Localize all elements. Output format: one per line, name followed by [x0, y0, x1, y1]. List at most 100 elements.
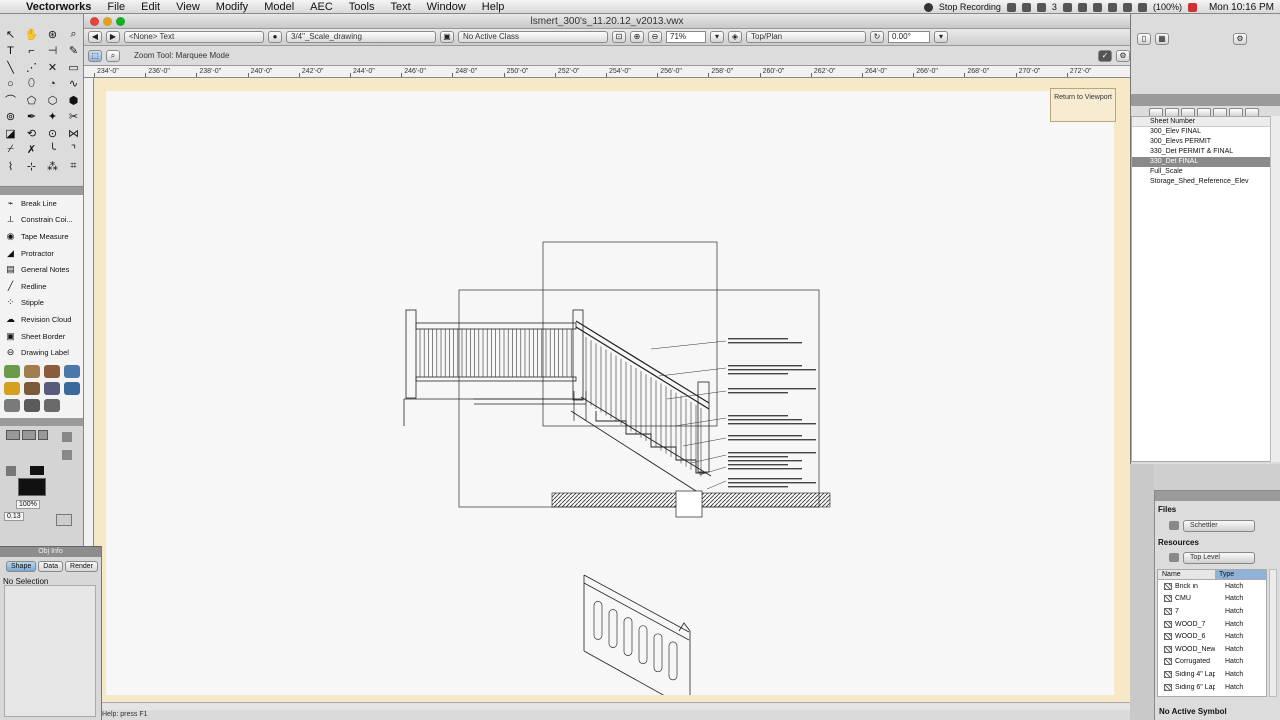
resource-row[interactable]: Siding 6" Lap Hatch	[1158, 681, 1266, 694]
user-icon[interactable]	[1006, 2, 1016, 12]
file-select-dropdown[interactable]: Schettler	[1183, 520, 1255, 532]
rotation-field[interactable]: 0.00°	[888, 31, 930, 43]
clock[interactable]: Mon 10:16 PM	[1203, 2, 1274, 13]
pen-swatch-icon[interactable]	[22, 430, 36, 440]
display-icon[interactable]	[1036, 2, 1046, 12]
fit-view-icon[interactable]: ⊡	[612, 31, 626, 43]
line-tool-icon[interactable]: ╲	[0, 59, 21, 76]
layer-options-icon[interactable]: ▣	[440, 31, 454, 43]
resource-row[interactable]: WOOD_7 Hatch	[1158, 618, 1266, 631]
stair-railing-drawing[interactable]	[106, 91, 1114, 695]
line-end-icon[interactable]	[56, 514, 72, 526]
pen-style-icon[interactable]	[62, 432, 72, 442]
menu-edit[interactable]: Edit	[133, 1, 168, 13]
double-line-tool-icon[interactable]: ⋰	[21, 59, 42, 76]
zoom-out-icon[interactable]: ⊖	[648, 31, 662, 43]
view-dropdown[interactable]: Top/Plan	[746, 31, 866, 43]
tab-data[interactable]: Data	[38, 561, 64, 572]
zoom-marquee-mode-icon[interactable]: ⬚	[88, 49, 102, 62]
nav-class-icon[interactable]: ▦	[1155, 33, 1169, 45]
battery-status[interactable]: (100%)	[1153, 2, 1182, 12]
sheet-item-300-elev-final[interactable]: 300_Elev FINAL	[1132, 127, 1270, 137]
resource-row[interactable]: Siding 4" Lap Hatch	[1158, 668, 1266, 681]
close-window-icon[interactable]	[90, 17, 99, 26]
eyedropper-tool-icon[interactable]: ✒	[21, 109, 42, 126]
record-icon[interactable]	[923, 2, 933, 12]
app-menu[interactable]: Vectorworks	[22, 1, 99, 13]
pen-color-swatch[interactable]	[18, 478, 46, 496]
dims-notes-tab-icon[interactable]	[4, 398, 20, 412]
sheet-item-330-det-permit-final[interactable]: 330_Det PERMIT & FINAL	[1132, 147, 1270, 157]
3d-modeling-tab-icon[interactable]	[44, 381, 60, 395]
spiral-tool-icon[interactable]: ⊚	[0, 109, 21, 126]
fill-color-icon[interactable]	[6, 466, 16, 476]
fillet-tool-icon[interactable]: ╰	[42, 142, 63, 159]
zoom-field[interactable]: 71%	[666, 31, 706, 43]
back-arrow-icon[interactable]: ◀	[88, 31, 102, 43]
circle-tool-icon[interactable]: ○	[0, 76, 21, 93]
home-file-icon[interactable]	[1169, 521, 1179, 530]
attribute-mapping-icon[interactable]: ✎	[63, 43, 84, 60]
text-tool-icon[interactable]: T	[0, 43, 21, 60]
color-selector-icon[interactable]	[30, 466, 44, 475]
wifi-icon[interactable]	[1122, 2, 1132, 12]
stop-recording-label[interactable]: Stop Recording	[939, 2, 1001, 12]
zoom-window-icon[interactable]	[116, 17, 125, 26]
locus-tool-icon[interactable]: ⊹	[21, 158, 42, 175]
double-polygon-tool-icon[interactable]: ⬡	[42, 92, 63, 109]
tool-break-line[interactable]: ⌁ Break Line	[0, 195, 83, 212]
class-dropdown[interactable]: <None> Text	[124, 31, 264, 43]
resource-row[interactable]: Corrugated Hatch	[1158, 656, 1266, 669]
return-to-viewport-button[interactable]: Return to Viewport	[1050, 88, 1116, 122]
selection-tool-icon[interactable]: ↖	[0, 26, 21, 43]
zoom-in-icon[interactable]: ⊕	[630, 31, 644, 43]
column-header-name[interactable]: Name	[1158, 570, 1215, 579]
attributes-header[interactable]	[0, 418, 83, 426]
column-header-sheet-number[interactable]: Sheet Number	[1132, 117, 1270, 127]
flag-icon[interactable]	[1187, 2, 1197, 12]
chamfer-tool-icon[interactable]: ⌝	[63, 142, 84, 159]
tool-stipple[interactable]: ⁘ Stipple	[0, 295, 83, 312]
menu-aec[interactable]: AEC	[302, 1, 341, 13]
toolset-header[interactable]	[0, 187, 83, 195]
tool-revision-cloud[interactable]: ☁ Revision Cloud	[0, 311, 83, 328]
tool-protractor[interactable]: ◢ Protractor	[0, 245, 83, 262]
menu-modify[interactable]: Modify	[208, 1, 256, 13]
site-planning-tab-icon[interactable]	[64, 364, 80, 378]
nav-doc-icon[interactable]: ▯	[1137, 33, 1151, 45]
sheet-layer-page[interactable]	[106, 91, 1114, 695]
line-type-icon[interactable]	[62, 450, 72, 460]
callout-tool-icon[interactable]: ⌐	[21, 43, 42, 60]
sheet-list-scrollbar[interactable]	[1270, 116, 1280, 462]
lock-icon[interactable]	[1062, 2, 1072, 12]
menu-model[interactable]: Model	[256, 1, 302, 13]
rectangle-tool-icon[interactable]: ▭	[63, 59, 84, 76]
menu-view[interactable]: View	[168, 1, 208, 13]
tool-constrain[interactable]: ⟂ Constrain Coi...	[0, 212, 83, 229]
tool-general-notes[interactable]: ▤ General Notes	[0, 261, 83, 278]
resource-row[interactable]: WOOD_6 Hatch	[1158, 630, 1266, 643]
snap-icon[interactable]: ✓	[1098, 49, 1112, 62]
resource-row[interactable]: Brick in Hatch	[1158, 580, 1266, 593]
forward-arrow-icon[interactable]: ▶	[106, 31, 120, 43]
zoom-tool-icon[interactable]: ⌕	[63, 26, 84, 43]
time-machine-icon[interactable]	[1092, 2, 1102, 12]
detailing-tab-icon[interactable]	[4, 381, 20, 395]
reference-tool-icon[interactable]: ⌗	[63, 158, 84, 175]
line-weight-field[interactable]: 0.13	[4, 512, 24, 521]
level-select-dropdown[interactable]: Top Level	[1183, 552, 1255, 564]
polyline-tool-icon[interactable]: ⌒	[0, 92, 21, 109]
volume-icon[interactable]	[1137, 2, 1147, 12]
bluetooth-icon[interactable]	[1107, 2, 1117, 12]
zoom-menu-icon[interactable]: ▾	[710, 31, 724, 43]
trim-tool-icon[interactable]: ✗	[21, 142, 42, 159]
rotation-menu-icon[interactable]: ▾	[934, 31, 948, 43]
menu-window[interactable]: Window	[419, 1, 474, 13]
polygon-tool-icon[interactable]: ⬠	[21, 92, 42, 109]
sheet-item-300-elevs-permit[interactable]: 300_Elevs PERMIT	[1132, 137, 1270, 147]
sheet-list-header-bar[interactable]	[1131, 94, 1280, 106]
menu-help[interactable]: Help	[474, 1, 513, 13]
mirror-tool-icon[interactable]: ◪	[0, 125, 21, 142]
sheet-item-330-det-final[interactable]: 330_Det FINAL	[1132, 157, 1270, 167]
walls-tab-icon[interactable]	[44, 398, 60, 412]
